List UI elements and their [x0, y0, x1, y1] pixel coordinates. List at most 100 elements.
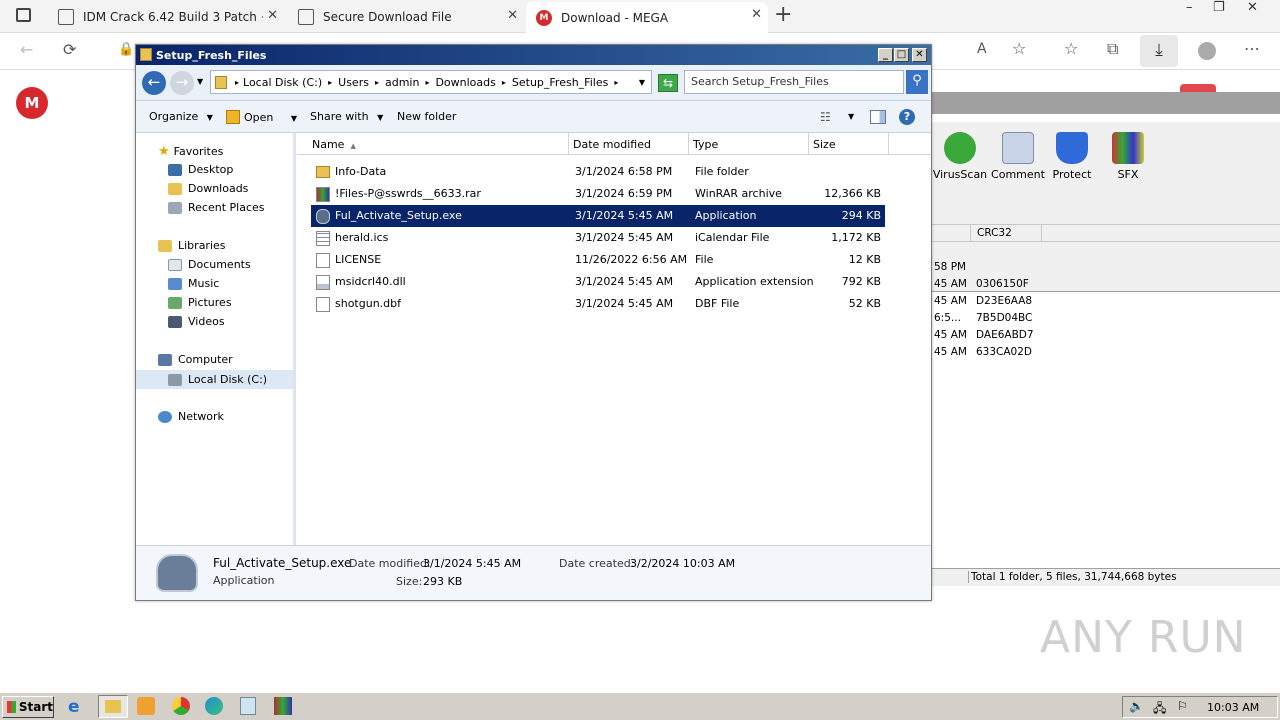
file-row[interactable]: herald.ics 3/1/2024 5:45 AM iCalendar Fi… [311, 227, 885, 249]
nav-documents[interactable]: Documents [168, 258, 251, 271]
forward-button[interactable]: → [170, 71, 194, 95]
organize-button[interactable]: Organize ▼ [149, 110, 213, 123]
breadcrumb[interactable]: ▸ Local Disk (C:) ▸ Users ▸ admin ▸ Down… [210, 70, 652, 94]
virusscan-button[interactable]: VirusScan [932, 132, 988, 181]
more-icon[interactable]: ⋯ [1244, 39, 1260, 58]
explorer-nav-bar: ← → ▼ ▸ Local Disk (C:) ▸ Users ▸ admin … [136, 65, 931, 101]
volume-icon[interactable]: 🔈 [1129, 699, 1144, 713]
start-button[interactable]: Start [2, 696, 54, 718]
minimize-button[interactable]: – [1186, 0, 1193, 15]
crc32-column[interactable]: CRC32 [970, 225, 1042, 241]
favorites-icon[interactable]: ☆ [1064, 39, 1078, 58]
maximize-button[interactable]: □ [894, 48, 909, 62]
sfx-button[interactable]: SFX [1100, 132, 1156, 181]
explorer-taskbar-icon[interactable] [98, 695, 128, 718]
flag-icon[interactable]: ⚐ [1177, 699, 1188, 713]
share-with-button[interactable]: Share with ▼ [310, 110, 383, 123]
nav-downloads[interactable]: Downloads [168, 182, 248, 195]
chevron-right-icon[interactable]: ▸ [235, 78, 239, 87]
comment-button[interactable]: Comment [990, 132, 1046, 181]
nav-favorites[interactable]: ★ Favorites [158, 144, 223, 159]
nav-music[interactable]: Music [168, 277, 219, 290]
restore-button[interactable]: ❐ [1213, 0, 1225, 15]
preview-pane-icon[interactable] [870, 110, 886, 124]
close-icon[interactable]: ✕ [507, 8, 518, 23]
column-size[interactable]: Size [809, 133, 889, 155]
media-player-icon[interactable] [137, 697, 155, 715]
winrar-icon[interactable] [274, 697, 292, 715]
breadcrumb-item[interactable]: Local Disk (C:) [243, 76, 322, 89]
nav-label: Downloads [188, 182, 249, 195]
tab-actions-icon[interactable] [16, 8, 31, 22]
nav-recent-places[interactable]: Recent Places [168, 201, 265, 214]
search-icon[interactable]: ⚲ [906, 70, 928, 94]
sfx-box-icon [1112, 132, 1144, 164]
file-row[interactable]: LICENSE 11/26/2022 6:56 AM File 12 KB [311, 249, 885, 271]
phone-icon [316, 209, 330, 224]
nav-local-disk[interactable]: Local Disk (C:) [136, 370, 293, 389]
chevron-right-icon[interactable]: ▸ [614, 78, 618, 87]
chevron-down-icon[interactable]: ▼ [848, 112, 854, 121]
back-arrow-icon[interactable]: ← [20, 40, 33, 59]
protect-button[interactable]: Protect [1044, 132, 1100, 181]
minimize-button[interactable]: _ [878, 48, 893, 62]
breadcrumb-item[interactable]: admin [385, 76, 419, 89]
nav-pictures[interactable]: Pictures [168, 296, 232, 309]
close-window-button[interactable]: ✕ [1247, 0, 1258, 15]
column-date[interactable]: Date modified [569, 133, 689, 155]
chevron-down-icon[interactable]: ▼ [639, 78, 645, 87]
mega-red-button[interactable] [1180, 84, 1216, 92]
file-row[interactable]: shotgun.dbf 3/1/2024 5:45 AM DBF File 52… [311, 293, 885, 315]
chevron-down-icon: ▼ [290, 114, 298, 123]
breadcrumb-item[interactable]: Setup_Fresh_Files [512, 76, 608, 89]
chevron-right-icon[interactable]: ▸ [425, 78, 429, 87]
breadcrumb-item[interactable]: Downloads [435, 76, 495, 89]
nav-label: Local Disk (C:) [188, 373, 268, 386]
nav-desktop[interactable]: Desktop [168, 163, 233, 176]
collections-icon[interactable]: ⧉ [1107, 39, 1118, 59]
refresh-icon[interactable]: ⟳ [63, 40, 76, 59]
clock[interactable]: 10:03 AM [1207, 701, 1259, 714]
file-row[interactable]: msidcrl40.dll 3/1/2024 5:45 AM Applicati… [311, 271, 885, 293]
chevron-right-icon[interactable]: ▸ [328, 78, 332, 87]
chrome-icon[interactable] [172, 697, 190, 715]
new-tab-button[interactable]: + [774, 2, 792, 27]
nav-videos[interactable]: Videos [168, 315, 225, 328]
read-aloud-icon[interactable]: A [977, 41, 987, 57]
profile-avatar[interactable] [1198, 42, 1216, 60]
chevron-right-icon[interactable]: ▸ [375, 78, 379, 87]
add-favorite-icon[interactable]: ☆ [1012, 39, 1026, 58]
downloads-button[interactable]: ⤓ [1140, 35, 1178, 67]
network-tray-icon[interactable]: 🖧 [1153, 699, 1166, 720]
column-name[interactable]: Name ▲ [297, 133, 569, 155]
chevron-right-icon[interactable]: ▸ [502, 78, 506, 87]
nav-network[interactable]: Network [158, 410, 224, 423]
close-button[interactable]: ✕ [912, 48, 927, 62]
tab-mega-download[interactable]: M Download - MEGA ✕ [526, 2, 768, 33]
column-type[interactable]: Type [689, 133, 809, 155]
help-icon[interactable]: ? [899, 109, 915, 125]
close-icon[interactable]: ✕ [267, 8, 278, 23]
breadcrumb-item[interactable]: Users [338, 76, 369, 89]
recent-dropdown-icon[interactable]: ▼ [197, 77, 203, 86]
refresh-button[interactable]: ⇆ [658, 74, 678, 92]
tab-idm-crack[interactable]: IDM Crack 6.42 Build 3 Patch + S ✕ [48, 3, 284, 30]
search-input[interactable]: Search Setup_Fresh_Files [684, 70, 904, 94]
view-options-icon[interactable]: ☷ [820, 110, 831, 124]
explorer-titlebar[interactable]: Setup_Fresh_Files _ □ ✕ [136, 45, 931, 65]
mega-logo[interactable]: M [16, 87, 48, 119]
tab-secure-download[interactable]: Secure Download File ✕ [288, 3, 524, 30]
nav-computer[interactable]: Computer [158, 353, 233, 366]
file-row[interactable]: Info-Data 3/1/2024 6:58 PM File folder [311, 161, 885, 183]
notepad-icon[interactable] [240, 697, 256, 715]
file-name: msidcrl40.dll [335, 275, 406, 288]
nav-libraries[interactable]: Libraries [158, 239, 226, 252]
edge-icon[interactable] [205, 697, 223, 715]
file-row-selected[interactable]: Ful_Activate_Setup.exe 3/1/2024 5:45 AM … [311, 205, 885, 227]
close-icon[interactable]: ✕ [751, 7, 762, 22]
ie-icon[interactable]: e [68, 697, 90, 717]
open-button[interactable]: Open ▼ [226, 110, 297, 124]
file-row[interactable]: !Files-P@sswrds__6633.rar 3/1/2024 6:59 … [311, 183, 885, 205]
back-button[interactable]: ← [142, 71, 166, 95]
new-folder-button[interactable]: New folder [397, 110, 456, 123]
